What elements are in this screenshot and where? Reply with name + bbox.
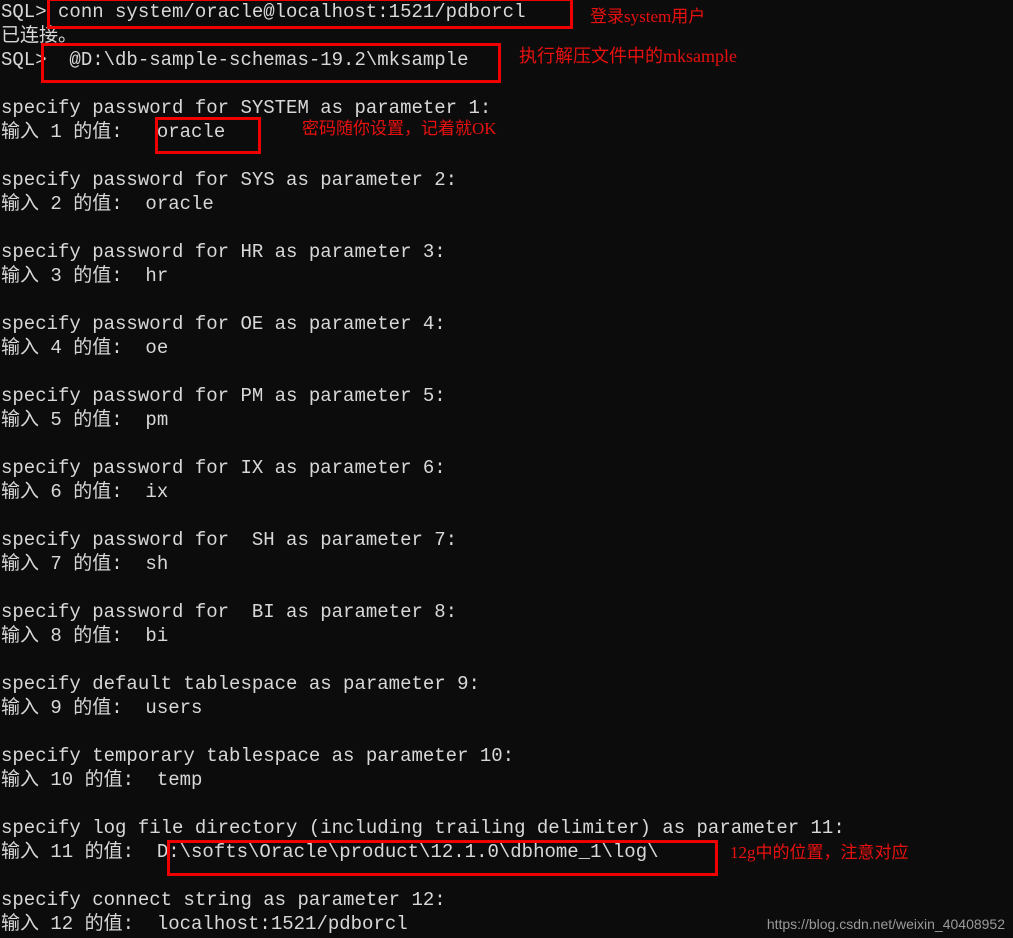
sqlplus-terminal-window: SQL> conn system/oracle@localhost:1521/p…: [0, 0, 1013, 938]
terminal-line: 输入 3 的值: hr: [1, 265, 169, 287]
red-annotation-text: 密码随你设置，记着就OK: [302, 119, 497, 138]
terminal-line: SQL> conn system/oracle@localhost:1521/p…: [1, 1, 526, 23]
terminal-line: SQL> @D:\db-sample-schemas-19.2\mksample: [1, 49, 469, 71]
red-annotation-text: 执行解压文件中的mksample: [519, 46, 737, 66]
terminal-line: 输入 8 的值: bi: [1, 625, 169, 647]
terminal-line: specify password for OE as parameter 4:: [1, 313, 446, 335]
terminal-output[interactable]: SQL> conn system/oracle@localhost:1521/p…: [0, 0, 1013, 936]
terminal-line: specify password for BI as parameter 8:: [1, 601, 458, 623]
terminal-line: specify connect string as parameter 12:: [1, 889, 446, 911]
terminal-line: 输入 5 的值: pm: [1, 409, 169, 431]
terminal-line: 输入 6 的值: ix: [1, 481, 169, 503]
terminal-line: 输入 1 的值: oracle: [1, 121, 226, 143]
terminal-line: 已连接。: [1, 25, 78, 47]
terminal-line: specify password for SYSTEM as parameter…: [1, 97, 492, 119]
watermark-url: https://blog.csdn.net/weixin_40408952: [766, 916, 1005, 932]
terminal-line: 输入 2 的值: oracle: [1, 193, 214, 215]
terminal-line: specify password for PM as parameter 5:: [1, 385, 446, 407]
terminal-line: 输入 9 的值: users: [1, 697, 203, 719]
terminal-line: 输入 10 的值: temp: [1, 769, 203, 791]
terminal-line: specify log file directory (including tr…: [1, 817, 845, 839]
red-annotation-text: 登录system用户: [590, 7, 706, 26]
terminal-line: specify password for SYS as parameter 2:: [1, 169, 458, 191]
terminal-line: specify password for HR as parameter 3:: [1, 241, 446, 263]
red-annotation-text: 12g中的位置，注意对应: [730, 843, 909, 862]
terminal-line: 输入 4 的值: oe: [1, 337, 169, 359]
terminal-line: specify password for SH as parameter 7:: [1, 529, 458, 551]
terminal-line: specify password for IX as parameter 6:: [1, 457, 446, 479]
terminal-line: 输入 7 的值: sh: [1, 553, 169, 575]
terminal-line: specify temporary tablespace as paramete…: [1, 745, 515, 767]
terminal-line: specify default tablespace as parameter …: [1, 673, 480, 695]
